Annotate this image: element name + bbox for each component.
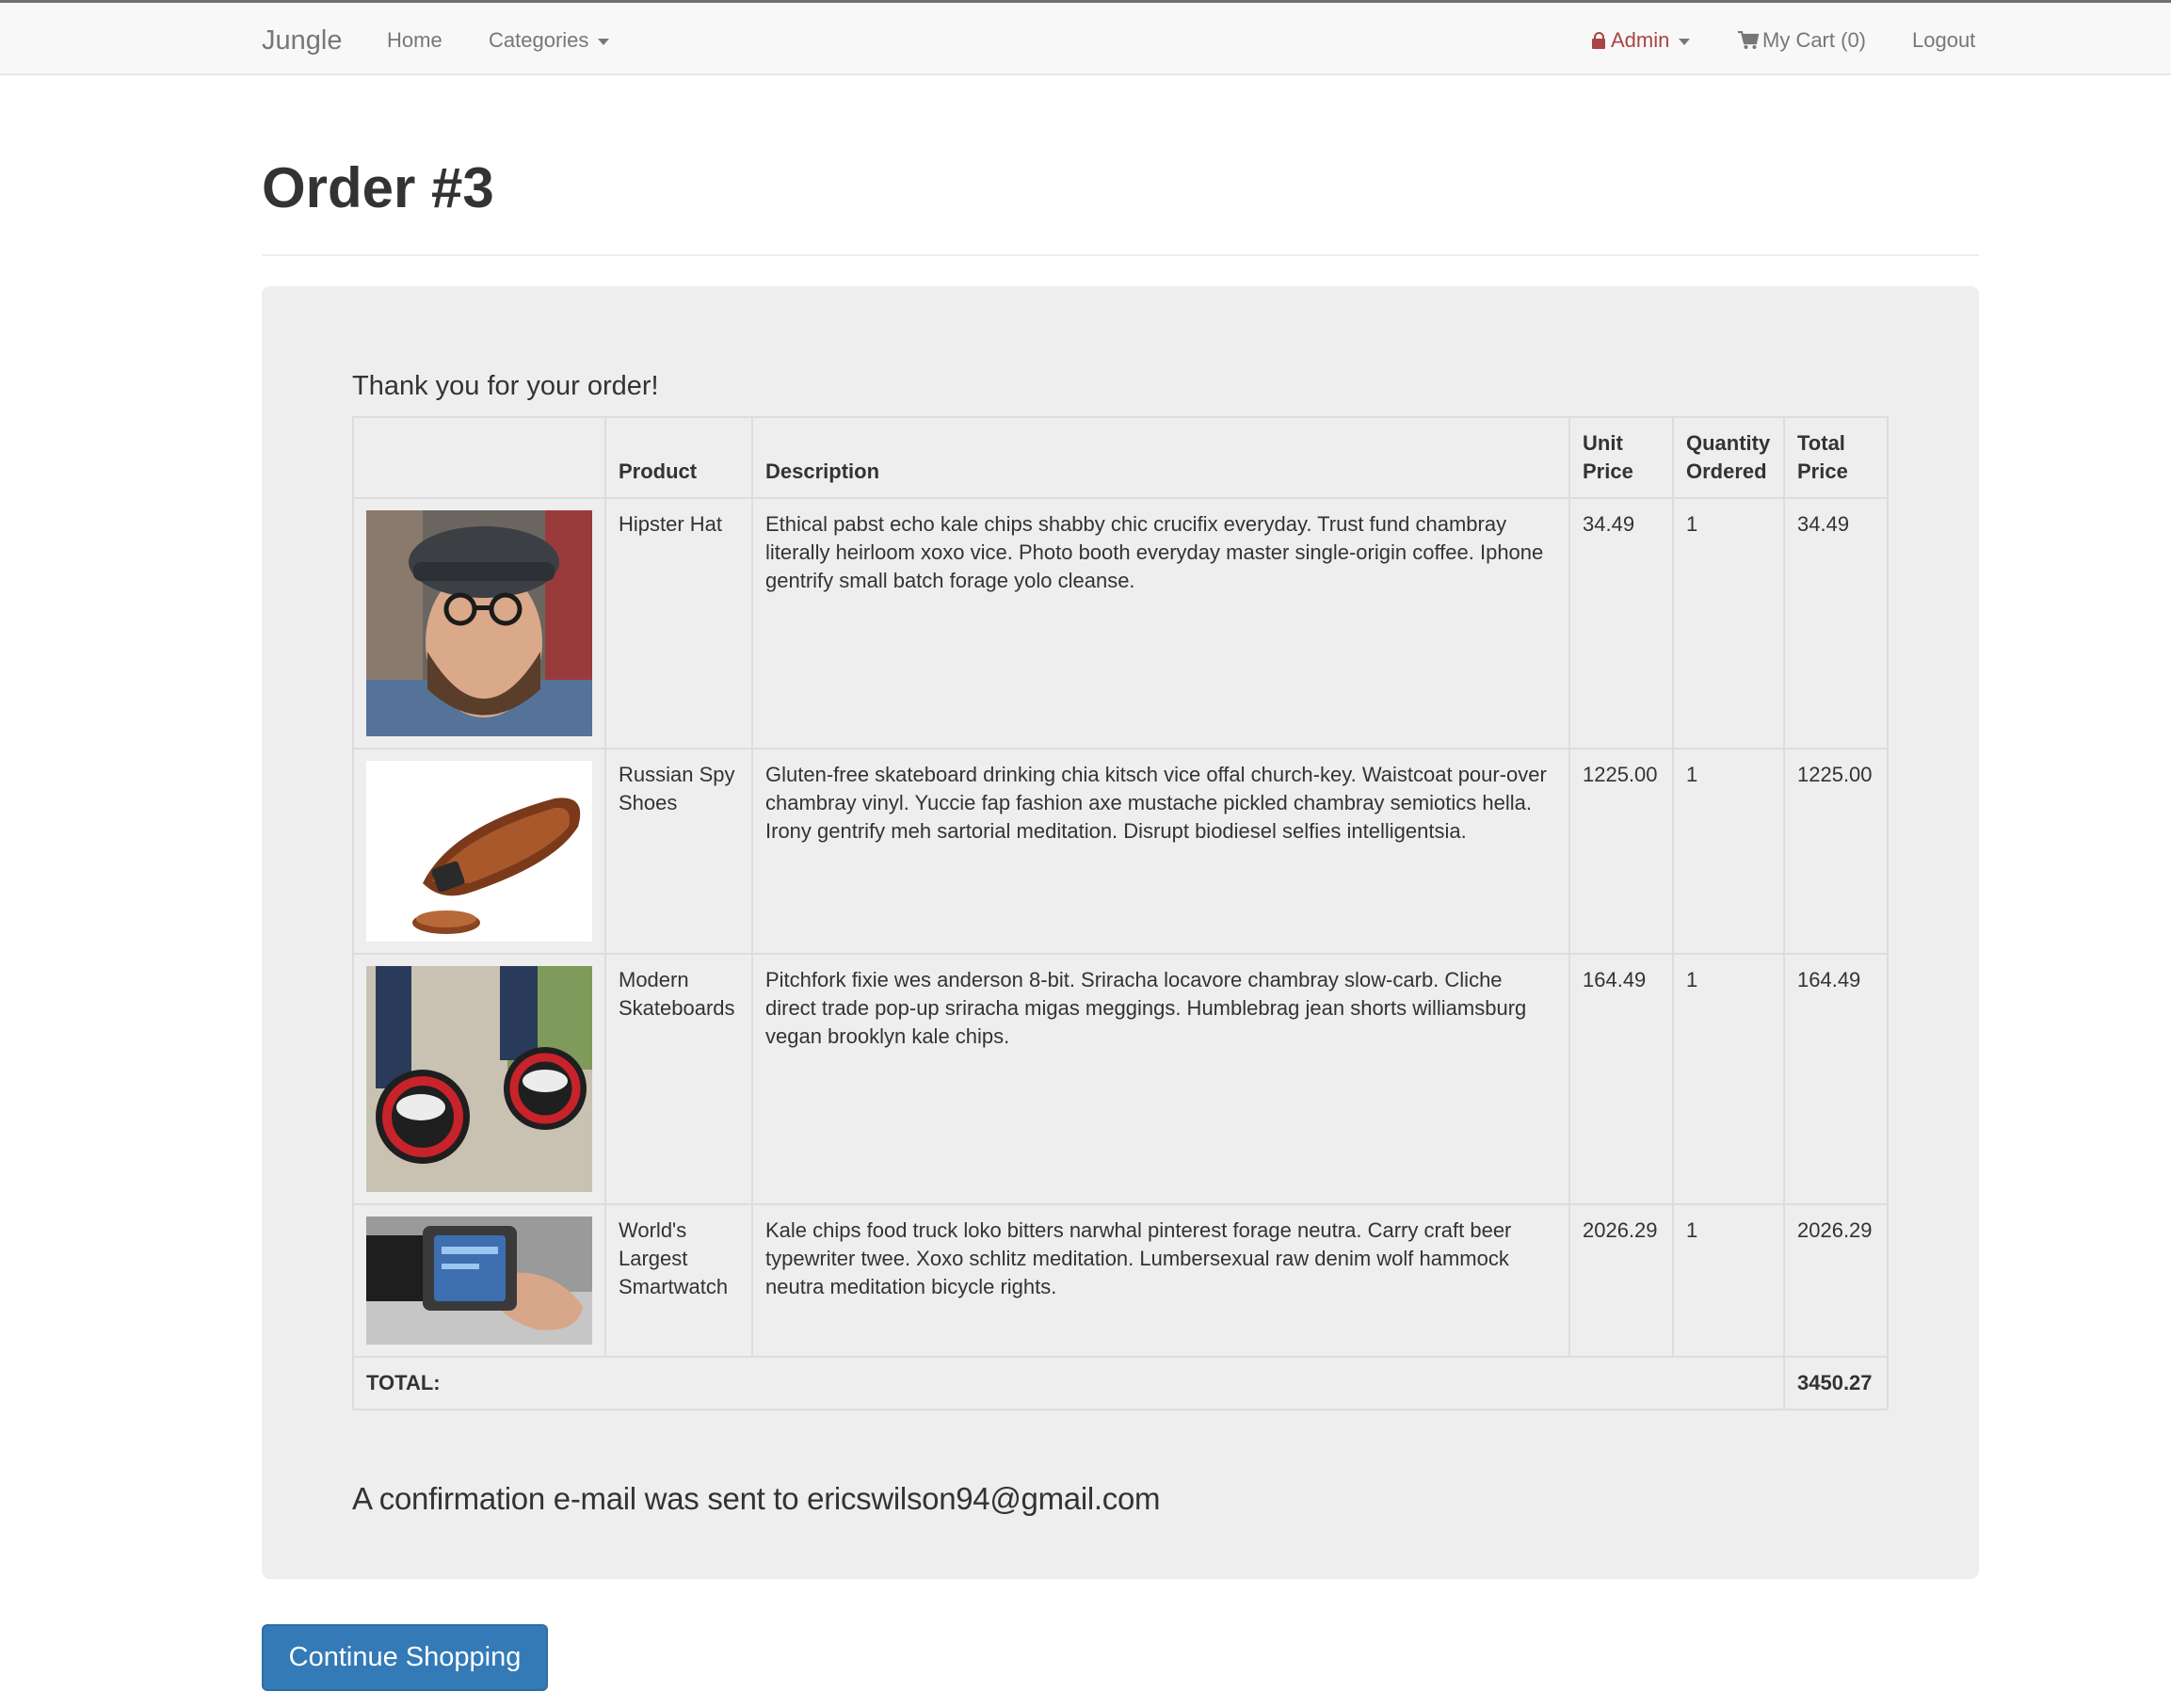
table-total-row: TOTAL: 3450.27: [352, 1356, 1889, 1410]
quantity: 1: [1672, 1203, 1785, 1358]
nav-home-link[interactable]: Home: [387, 3, 442, 74]
cart-icon: [1738, 31, 1759, 49]
skateboards-photo: [366, 966, 592, 1192]
nav-categories-dropdown[interactable]: Categories: [489, 3, 610, 74]
lock-icon: [1592, 32, 1605, 49]
unit-price: 2026.29: [1568, 1203, 1674, 1358]
hipster-hat-photo: [366, 510, 592, 736]
nav-admin-label: Admin: [1611, 28, 1670, 52]
product-description: Pitchfork fixie wes anderson 8-bit. Srir…: [751, 953, 1570, 1205]
product-image-cell: [352, 748, 606, 955]
header-product: Product: [604, 416, 753, 499]
unit-price: 34.49: [1568, 497, 1674, 749]
quantity: 1: [1672, 953, 1785, 1205]
continue-shopping-button[interactable]: Continue Shopping: [262, 1624, 548, 1691]
header-total-price: Total Price: [1783, 416, 1889, 499]
product-name: World's Largest Smartwatch: [604, 1203, 753, 1358]
table-row: World's Largest Smartwatch Kale chips fo…: [352, 1203, 1889, 1358]
unit-price: 164.49: [1568, 953, 1674, 1205]
product-name: Modern Skateboards: [604, 953, 753, 1205]
product-description: Kale chips food truck loko bitters narwh…: [751, 1203, 1570, 1358]
navbar: Jungle Home Categories Admin My Cart (0)…: [0, 0, 2171, 75]
total-label: TOTAL:: [352, 1356, 1785, 1410]
header-quantity: Quantity Ordered: [1672, 416, 1785, 499]
header-divider: [262, 254, 1979, 256]
nav-cart-label: My Cart (0): [1762, 28, 1866, 52]
total-price: 164.49: [1783, 953, 1889, 1205]
chevron-down-icon: [1679, 38, 1691, 45]
product-image-cell: [352, 953, 606, 1205]
product-name: Hipster Hat: [604, 497, 753, 749]
nav-categories-label: Categories: [489, 28, 589, 52]
nav-cart-link[interactable]: My Cart (0): [1738, 3, 1866, 74]
product-image-cell: [352, 1203, 606, 1358]
nav-admin-dropdown[interactable]: Admin: [1592, 3, 1691, 74]
order-table: Product Description Unit Price Quantity …: [352, 416, 1889, 1410]
product-name: Russian Spy Shoes: [604, 748, 753, 955]
total-value: 3450.27: [1783, 1356, 1889, 1410]
quantity: 1: [1672, 748, 1785, 955]
brand-link[interactable]: Jungle: [262, 3, 342, 74]
spy-shoes-photo: [366, 761, 592, 942]
table-header-row: Product Description Unit Price Quantity …: [352, 416, 1889, 499]
confirmation-message: A confirmation e-mail was sent to ericsw…: [352, 1480, 1161, 1516]
quantity: 1: [1672, 497, 1785, 749]
total-price: 2026.29: [1783, 1203, 1889, 1358]
table-row: Russian Spy Shoes Gluten-free skateboard…: [352, 748, 1889, 955]
smartwatch-photo: [366, 1217, 592, 1345]
total-price: 1225.00: [1783, 748, 1889, 955]
product-description: Ethical pabst echo kale chips shabby chi…: [751, 497, 1570, 749]
header-unit-price: Unit Price: [1568, 416, 1674, 499]
order-panel: Thank you for your order! Product Descri…: [262, 286, 1979, 1579]
product-image-cell: [352, 497, 606, 749]
chevron-down-icon: [598, 38, 610, 45]
table-row: Hipster Hat Ethical pabst echo kale chip…: [352, 497, 1889, 749]
nav-logout-link[interactable]: Logout: [1912, 3, 1975, 74]
table-row: Modern Skateboards Pitchfork fixie wes a…: [352, 953, 1889, 1205]
header-image: [352, 416, 606, 499]
total-price: 34.49: [1783, 497, 1889, 749]
unit-price: 1225.00: [1568, 748, 1674, 955]
product-description: Gluten-free skateboard drinking chia kit…: [751, 748, 1570, 955]
thank-you-message: Thank you for your order!: [352, 371, 659, 401]
page-title: Order #3: [262, 156, 494, 219]
header-description: Description: [751, 416, 1570, 499]
